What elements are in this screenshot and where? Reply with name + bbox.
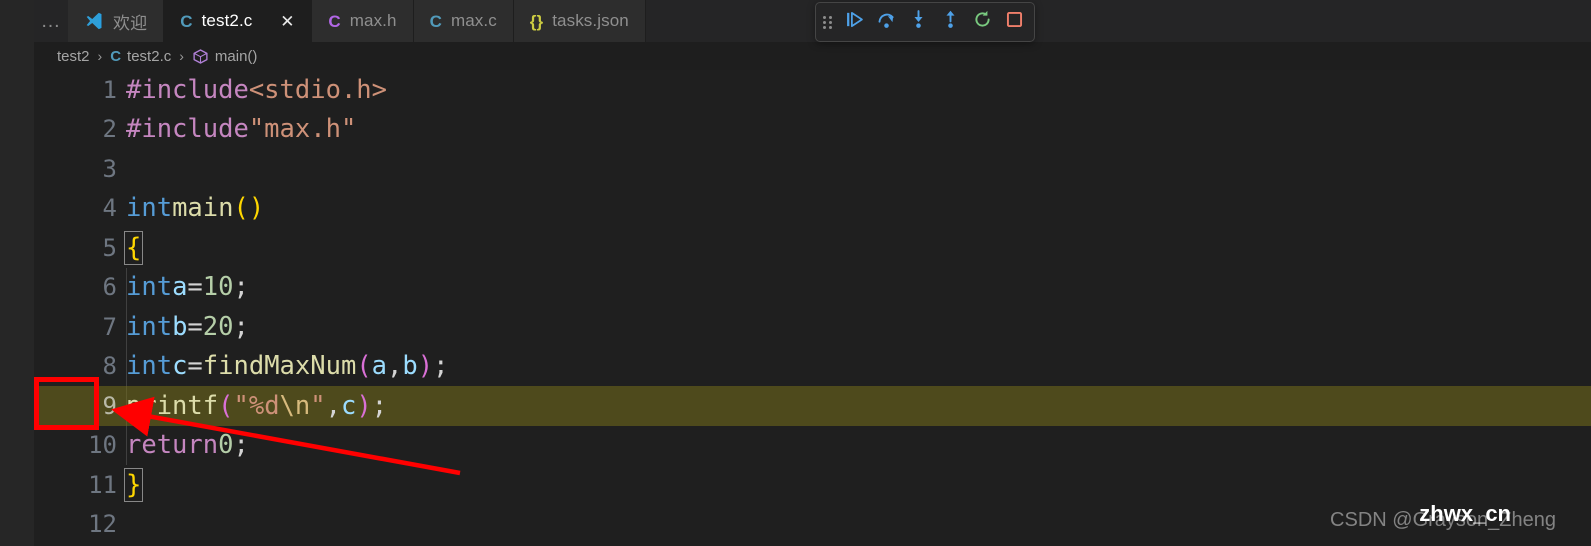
indent-guide [126,346,127,386]
code-line: 2 #include "max.h" [34,110,1591,150]
code-line: 11 } [34,465,1591,505]
line-number[interactable]: 2 [34,110,126,150]
c-file-icon: C [180,11,193,31]
breadcrumb-label: test2.c [127,47,172,65]
indent-guide [126,307,127,347]
line-number[interactable]: 10 [34,426,126,466]
debug-step-into-button[interactable] [902,7,934,37]
code-line: 10 return 0; [34,425,1591,466]
tab-label: max.h [349,11,397,30]
tab-overflow-button[interactable]: … [34,0,68,42]
breadcrumb-separator: › [97,48,103,64]
code-editor[interactable]: 1 #include <stdio.h> 2 #include "max.h" … [34,70,1591,546]
debug-restart-button[interactable] [966,7,998,37]
line-content: } [123,467,144,502]
line-number[interactable]: 8 [34,347,126,387]
debug-stop-button[interactable] [998,7,1030,37]
line-number[interactable]: 1 [34,70,126,110]
line-content [126,149,1591,189]
code-line: 1 #include <stdio.h> [34,70,1591,110]
editor-tab-bar: … 欢迎 C test2.c ✕ C max.h C max.c {} task… [34,0,1591,42]
tab-tasks-json[interactable]: {} tasks.json [513,0,646,42]
json-file-icon: {} [529,11,544,31]
line-content: { [123,230,144,265]
line-number[interactable]: 5 [34,228,126,268]
line-number[interactable]: 3 [34,149,126,189]
c-file-icon: C [110,47,122,65]
symbol-method-icon [192,48,209,65]
line-number[interactable]: 7 [34,307,126,347]
c-file-icon: C [429,11,442,31]
line-content: printf("%d \n ", c); [126,390,388,421]
stop-icon [1004,9,1025,35]
c-header-file-icon: C [328,11,341,31]
debug-continue-button[interactable] [838,7,870,37]
tab-label: 欢迎 [113,13,148,33]
code-line: 5 { [34,228,1591,268]
line-number[interactable]: 12 [34,505,126,545]
indent-guide [126,386,127,426]
continue-icon [844,9,865,35]
tab-max-h[interactable]: C max.h [312,0,414,42]
line-content: #include <stdio.h> [126,74,387,105]
debug-toolbar-drag-handle[interactable] [816,3,838,41]
tab-welcome[interactable]: 欢迎 [68,0,165,42]
indent-guide [126,425,127,465]
code-line: 8 int c = findMaxNum(a, b); [34,346,1591,387]
indent-guide [126,267,127,307]
code-line: 4 int main() [34,189,1591,229]
tab-label: test2.c [201,11,253,30]
line-content: int a = 10; [126,272,249,303]
code-line: 7 int b = 20; [34,307,1591,347]
grip-dots-icon [822,15,832,29]
vscode-window: … 欢迎 C test2.c ✕ C max.h C max.c {} task… [0,0,1591,546]
step-over-icon [876,9,897,35]
line-number[interactable]: 6 [34,268,126,308]
debug-toolbar [815,2,1035,42]
close-icon[interactable]: ✕ [279,13,295,30]
tab-label: max.c [450,11,497,30]
debug-step-over-button[interactable] [870,7,902,37]
debug-step-out-button[interactable] [934,7,966,37]
line-number[interactable]: 11 [34,465,126,505]
breadcrumb-separator: › [179,48,184,64]
breadcrumb-item-symbol[interactable]: main() [189,48,261,65]
code-line-current: 9 printf("%d \n ", c); [34,386,1591,426]
line-content: int b = 20; [126,311,249,342]
line-content: #include "max.h" [126,114,357,145]
tab-test2-c[interactable]: C test2.c ✕ [164,0,313,42]
breadcrumb-label: test2 [57,47,90,65]
activity-bar-strip [0,0,34,546]
tab-label: tasks.json [552,11,629,30]
vscode-logo-icon [84,11,104,31]
breadcrumb-label: main() [214,47,258,65]
line-number[interactable]: 4 [34,189,126,229]
breadcrumb-item-file[interactable]: C test2.c [107,48,174,65]
watermark-site: zhwx_cn [1419,501,1511,526]
line-content: return 0; [126,430,249,461]
code-line: 3 [34,149,1591,189]
step-into-icon [908,9,929,35]
line-content: int c = findMaxNum(a, b); [126,351,449,382]
line-number[interactable]: 9 [34,386,126,426]
code-line: 6 int a = 10; [34,267,1591,308]
tab-max-c[interactable]: C max.c [413,0,514,42]
step-out-icon [940,9,961,35]
line-content: int main() [126,193,265,224]
restart-icon [972,9,993,35]
breadcrumb-item-folder[interactable]: test2 [54,48,93,65]
breadcrumb: test2 › C test2.c › main() [34,42,1591,70]
